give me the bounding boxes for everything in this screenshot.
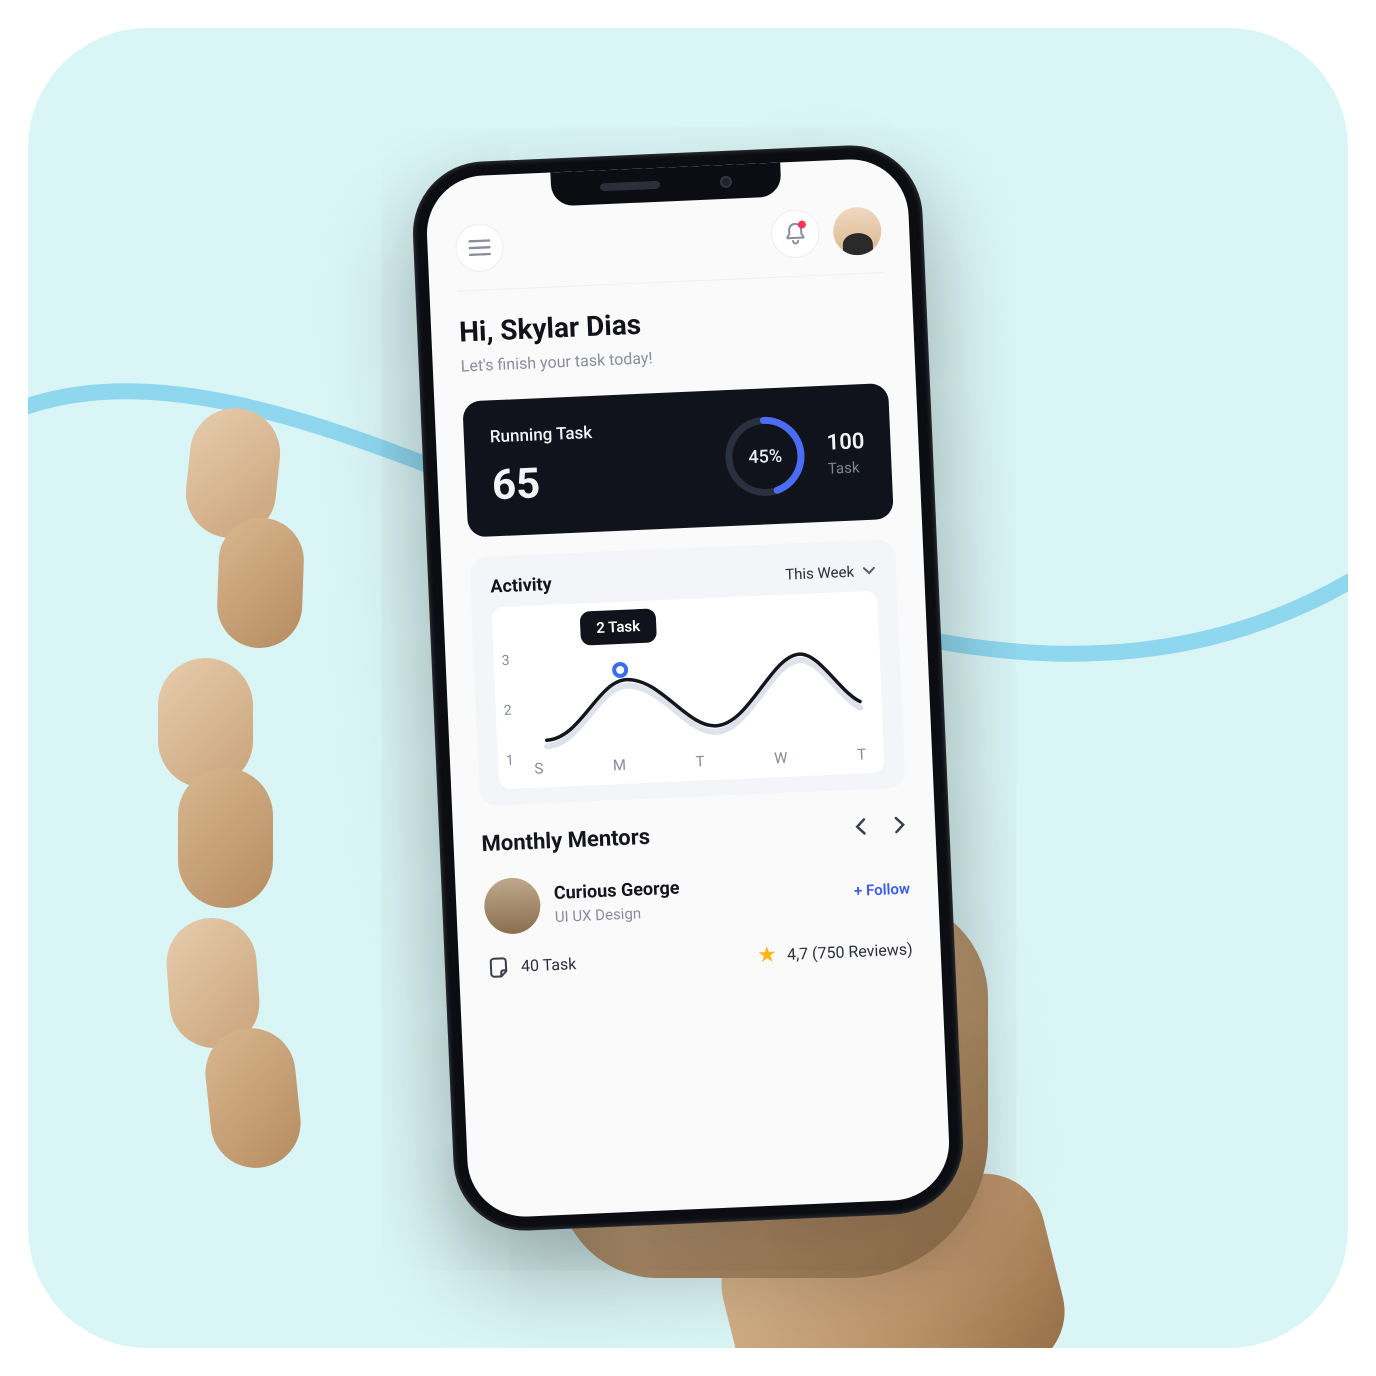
chevron-left-icon [853, 816, 870, 837]
activity-range-label: This Week [785, 562, 855, 583]
activity-card: Activity This Week 2 Task 3 2 [469, 539, 905, 806]
mentors-next-button[interactable] [891, 814, 908, 839]
running-task-count: 65 [491, 456, 595, 509]
app-backdrop: Hi, Skylar Dias Let's finish your task t… [28, 28, 1348, 1348]
follow-button[interactable]: + Follow [854, 880, 911, 900]
chevron-down-icon [862, 565, 876, 576]
running-task-card: Running Task 65 45% 100 [462, 383, 894, 537]
notifications-button[interactable] [770, 209, 820, 259]
mentor-rating-label: 4,7 (750 Reviews) [787, 939, 913, 963]
activity-chart: 2 Task 3 2 1 S M [491, 591, 885, 790]
mentors-prev-button[interactable] [853, 816, 870, 841]
mentors-title: Monthly Mentors [481, 825, 650, 857]
chevron-right-icon [891, 814, 908, 835]
chart-tooltip: 2 Task [580, 608, 657, 645]
progress-ring: 45% [719, 411, 811, 503]
x-tick: W [774, 749, 788, 768]
y-tick: 2 [503, 702, 522, 719]
mentor-role: UI UX Design [554, 902, 680, 925]
activity-title: Activity [490, 574, 552, 598]
total-tasks-label: Task [827, 458, 865, 478]
x-tick: T [857, 745, 867, 763]
note-icon [486, 954, 511, 979]
progress-percent: 45% [719, 411, 811, 503]
mentor-card: Curious George UI UX Design + Follow [483, 861, 911, 936]
app-screen: Hi, Skylar Dias Let's finish your task t… [425, 157, 952, 1219]
phone-frame: Hi, Skylar Dias Let's finish your task t… [410, 142, 966, 1233]
x-tick: M [613, 756, 627, 775]
hamburger-icon [468, 239, 491, 256]
running-task-label: Running Task [489, 422, 592, 446]
y-tick: 3 [501, 652, 520, 669]
x-tick: T [695, 752, 705, 770]
x-tick: S [534, 759, 544, 777]
profile-avatar[interactable] [832, 206, 882, 256]
star-icon: ★ [757, 942, 778, 968]
mentor-name: Curious George [553, 877, 680, 903]
total-tasks-number: 100 [826, 429, 865, 456]
mentor-tasks-label: 40 Task [521, 954, 577, 975]
menu-button[interactable] [455, 223, 505, 273]
y-tick: 1 [506, 752, 525, 769]
mentor-avatar[interactable] [483, 877, 541, 935]
activity-range-dropdown[interactable]: This Week [785, 561, 877, 583]
